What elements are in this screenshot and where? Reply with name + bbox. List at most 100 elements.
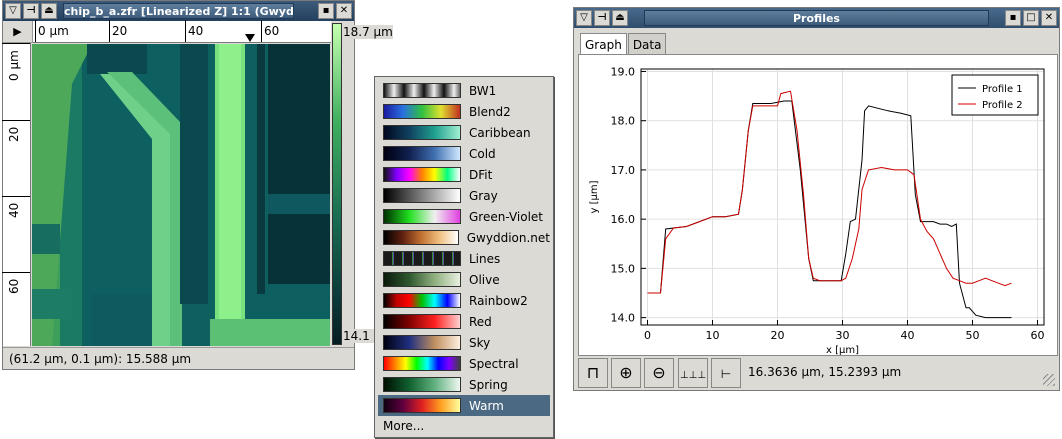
ruler-corner-button[interactable]: ▶ [3, 21, 33, 43]
zoom-out-icon: ⊖ [652, 363, 666, 382]
gradient-item-label: Cold [469, 146, 496, 161]
gradient-item-label: Rainbow2 [469, 293, 528, 308]
gradient-item-warm[interactable]: Warm [378, 395, 550, 416]
v-ruler-tick: 40 [7, 202, 21, 218]
gradient-swatch [383, 146, 461, 161]
data-window-status: (61.2 µm, 0.1 µm): 15.588 µm [3, 347, 354, 369]
gradient-item-gwyddion-net[interactable]: Gwyddion.net [378, 227, 550, 248]
tab-data[interactable]: Data [627, 33, 667, 55]
afm-image-canvas[interactable] [32, 44, 330, 346]
profiles-window-titlebar[interactable]: ▽ ⊣ ⏏ Profiles ▪ □ ✕ [574, 8, 1059, 28]
shade-icon[interactable]: ⏏ [41, 3, 57, 19]
gradient-swatch [383, 398, 461, 413]
ruler-horizontal-icon: ⊥⊥⊥ [679, 370, 707, 381]
profile-chart: 0 10 20 30 40 50 60 14.0 15.0 16.0 17.0 18.0 19.0 x [… [589, 65, 1045, 355]
gradient-swatch [383, 272, 461, 287]
y-tick-label: 16.0 [611, 213, 636, 226]
gradient-item-spectral[interactable]: Spectral [378, 353, 550, 374]
gradient-swatch [383, 230, 459, 245]
zoom-in-button[interactable]: ⊕ [611, 358, 641, 388]
close-icon[interactable]: ✕ [1041, 10, 1057, 26]
gradient-item-gray[interactable]: Gray [378, 185, 550, 206]
v-ruler-tick: 20 [7, 126, 21, 142]
fit-plot-icon: ⊓ [586, 363, 600, 382]
h-ruler-unit-label: 0 µm [38, 24, 69, 38]
more-gradients-item[interactable]: More... [383, 419, 424, 433]
gradient-item-label: Caribbean [469, 125, 531, 140]
gradient-swatch [383, 83, 461, 98]
gradient-swatch [383, 209, 461, 224]
afm-image [32, 44, 330, 346]
gradient-swatch [383, 314, 461, 329]
color-scale-bar[interactable] [332, 23, 342, 345]
gradient-swatch [383, 356, 461, 371]
ruler-vertical-icon: ⊢ [720, 367, 732, 381]
graph-panel[interactable]: 0 10 20 30 40 50 60 14.0 15.0 16.0 17.0 18.0 19.0 x [… [578, 54, 1058, 356]
gradient-swatch [383, 293, 461, 308]
gradient-item-lines[interactable]: Lines [378, 248, 550, 269]
gradient-item-label: Red [469, 314, 492, 329]
gradient-item-green-violet[interactable]: Green-Violet [378, 206, 550, 227]
pin-icon[interactable]: ⊣ [23, 3, 39, 19]
gradient-item-label: Blend2 [469, 104, 511, 119]
y-tick-label: 14.0 [611, 312, 636, 325]
gradient-item-blend2[interactable]: Blend2 [378, 101, 550, 122]
gradient-swatch [383, 377, 461, 392]
gradient-item-label: Spring [469, 377, 508, 392]
maximize-icon[interactable]: □ [1023, 10, 1039, 26]
gradient-item-label: Sky [469, 335, 491, 350]
y-tick-label: 15.0 [611, 262, 636, 275]
zoom-out-button[interactable]: ⊖ [644, 358, 674, 388]
pin-icon[interactable]: ⊣ [594, 10, 610, 26]
minimize-icon[interactable]: ▪ [318, 3, 334, 19]
gradient-item-cold[interactable]: Cold [378, 143, 550, 164]
gradient-item-label: Lines [469, 251, 501, 266]
measure-x-button[interactable]: ⊥⊥⊥ [678, 358, 708, 388]
y-tick-label: 17.0 [611, 164, 636, 177]
gradient-swatch [383, 251, 461, 266]
x-tick-label: 60 [1031, 329, 1045, 342]
series-line-1 [647, 100, 1012, 319]
data-window-titlebar[interactable]: ▽ ⊣ ⏏ chip_b_a.zfr [Linearized Z] 1:1 (G… [3, 1, 354, 21]
minimize-icon[interactable]: ▪ [1005, 10, 1021, 26]
horizontal-ruler: 0 µm 20 40 60 [33, 20, 331, 43]
x-tick-label: 30 [836, 329, 850, 342]
data-window: ▽ ⊣ ⏏ chip_b_a.zfr [Linearized Z] 1:1 (G… [2, 0, 393, 370]
measure-y-button[interactable]: ⊢ [711, 358, 741, 388]
v-ruler-unit-label: 0 µm [7, 50, 21, 81]
legend-label: Profile 2 [982, 100, 1023, 111]
gradient-item-olive[interactable]: Olive [378, 269, 550, 290]
x-axis-label: x [µm] [826, 345, 859, 355]
gradient-item-caribbean[interactable]: Caribbean [378, 122, 550, 143]
gradient-popup-menu: BW1 Blend2 Caribbean Cold DFit Gray Gree… [374, 76, 554, 438]
shade-icon[interactable]: ⏏ [612, 10, 628, 26]
profiles-tabs: Graph Data [580, 33, 667, 57]
gradient-item-rainbow2[interactable]: Rainbow2 [378, 290, 550, 311]
color-scale-max: 18.7 µm [343, 25, 393, 39]
gradient-item-label: Green-Violet [469, 209, 544, 224]
arrow-right-icon: ▶ [13, 25, 22, 38]
h-ruler-tick: 60 [264, 24, 280, 38]
window-menu-icon[interactable]: ▽ [5, 3, 21, 19]
series-line-2 [647, 90, 1012, 294]
x-tick-label: 0 [644, 329, 651, 342]
close-icon[interactable]: ✕ [336, 3, 352, 19]
h-ruler-tick: 20 [112, 24, 128, 38]
data-window-title: chip_b_a.zfr [Linearized Z] 1:1 (Gwyddio… [63, 3, 294, 19]
y-axis-label: y [µm] [589, 180, 600, 213]
gradient-item-spring[interactable]: Spring [378, 374, 550, 395]
gradient-item-label: Warm [469, 398, 504, 413]
vertical-ruler: 0 µm 20 40 60 [2, 43, 31, 346]
window-menu-icon[interactable]: ▽ [576, 10, 592, 26]
gradient-swatch [383, 335, 461, 350]
gradient-item-label: Gray [469, 188, 498, 203]
fit-to-data-button[interactable]: ⊓ [578, 358, 608, 388]
gradient-item-red[interactable]: Red [378, 311, 550, 332]
gradient-item-bw1[interactable]: BW1 [378, 80, 550, 101]
gradient-item-sky[interactable]: Sky [378, 332, 550, 353]
gradient-item-dfit[interactable]: DFit [378, 164, 550, 185]
resize-grip-icon[interactable] [1043, 374, 1055, 386]
gradient-item-label: Spectral [469, 356, 519, 371]
profiles-window-title: Profiles [644, 10, 989, 26]
gradient-swatch [383, 104, 461, 119]
